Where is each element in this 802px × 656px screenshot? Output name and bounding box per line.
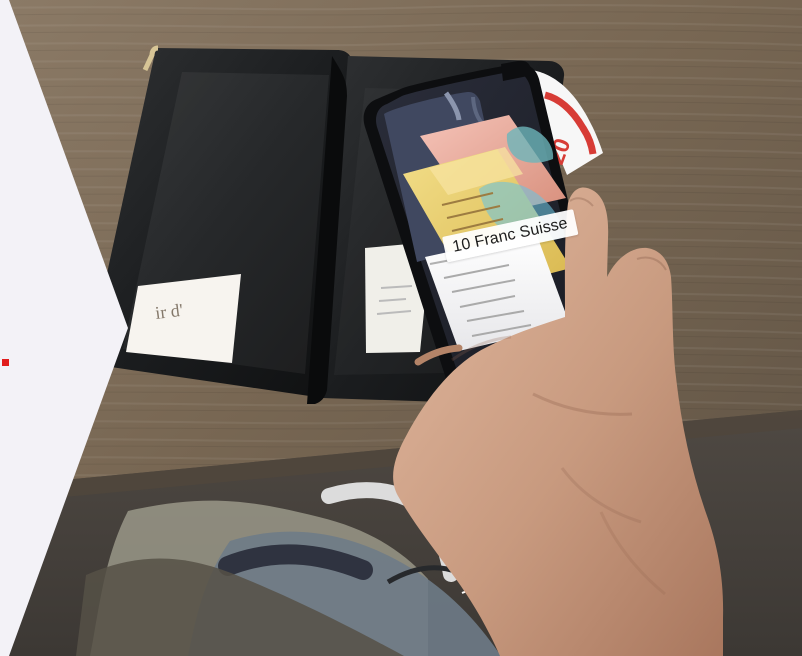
photo-stage: ir d' 20 10 Franc Suisse [0,0,802,656]
white-chevron-overlay [0,0,128,656]
accent-dot [2,359,9,366]
